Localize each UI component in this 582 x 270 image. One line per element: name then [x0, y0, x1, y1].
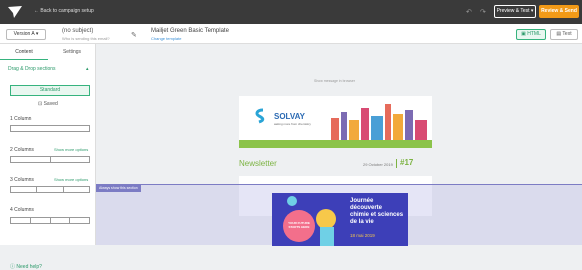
event-title: Journée découverte chimie et sciences de… — [350, 198, 403, 226]
collapse-caret-icon[interactable]: ▴ — [86, 66, 89, 72]
html-toggle-button[interactable]: ▣ HTML — [516, 29, 546, 40]
three-columns-more-options[interactable]: Show more options — [54, 177, 88, 182]
always-show-section[interactable]: Always show this section YOUR FUTURE STA… — [96, 184, 582, 246]
section-heading[interactable]: Drag & Drop sections — [8, 66, 56, 72]
two-columns-label: 2 Columns — [10, 147, 34, 153]
issue-number: #17 — [400, 158, 414, 167]
saved-label: Saved — [43, 101, 58, 107]
event-title-line-2: découverte — [350, 205, 383, 211]
one-column-label: 1 Column — [10, 116, 32, 122]
saved-button[interactable]: ⊡ Saved — [38, 101, 58, 107]
four-columns-block[interactable] — [10, 217, 90, 224]
header-banner[interactable]: SOLVAY asking more from chemistry — [239, 96, 432, 148]
tab-content[interactable]: Content — [0, 44, 48, 60]
separator — [396, 159, 397, 168]
template-name: Mailjet Green Basic Template — [151, 28, 229, 34]
tab-settings[interactable]: Settings — [48, 44, 96, 60]
event-tagline: YOUR FUTURE STARTS HERE — [288, 221, 310, 229]
always-show-label: Always show this section — [96, 185, 141, 192]
event-title-line-4: de la vie — [350, 219, 374, 225]
email-canvas: Show message in browser SOLVAY asking mo… — [96, 44, 582, 246]
brand-name: SOLVAY — [274, 112, 305, 121]
preview-test-button[interactable]: Preview & Test ▾ — [494, 5, 536, 18]
two-columns-more-options[interactable]: Show more options — [54, 147, 88, 152]
back-to-campaign-link[interactable]: ← Back to campaign setup — [34, 8, 94, 14]
newsletter-date: 29 October 2019 — [363, 162, 393, 167]
html-label: HTML — [527, 31, 541, 37]
two-columns-block[interactable] — [10, 156, 90, 163]
review-send-button[interactable]: Review & Send — [539, 5, 579, 18]
need-help-link[interactable]: ⓘ Need help? — [10, 263, 42, 270]
solvay-logo-icon — [255, 108, 265, 124]
mailjet-logo-icon[interactable] — [8, 6, 22, 18]
version-select[interactable]: Version A ▾ — [6, 29, 46, 40]
header-green-bar — [239, 140, 432, 148]
event-banner[interactable]: YOUR FUTURE STARTS HERE Journée découver… — [272, 193, 408, 246]
newsletter-title: Newsletter — [239, 159, 277, 168]
back-label: Back to campaign setup — [40, 8, 94, 14]
editor-header: Version A ▾ (no subject) Who is sending … — [0, 24, 582, 44]
three-columns-block[interactable] — [10, 186, 90, 193]
four-columns-label: 4 Columns — [10, 207, 34, 213]
redo-icon[interactable]: ↷ — [480, 8, 486, 16]
event-date: 18 mai 2019 — [350, 233, 375, 238]
subject-hint: Who is sending this email? — [62, 36, 110, 41]
three-columns-label: 3 Columns — [10, 177, 34, 183]
change-template-link[interactable]: Change template — [151, 36, 181, 41]
text-toggle-button[interactable]: ▤ Text — [550, 29, 578, 40]
sidebar: Content Settings Drag & Drop sections ▴ … — [0, 44, 96, 270]
edit-pencil-icon[interactable]: ✎ — [131, 31, 137, 39]
undo-icon[interactable]: ↶ — [466, 8, 472, 16]
one-column-block[interactable] — [10, 125, 90, 132]
standard-button[interactable]: Standard — [10, 85, 90, 96]
browser-message-link[interactable]: Show message in browser — [314, 79, 355, 83]
need-help-label: Need help? — [16, 264, 42, 270]
event-title-line-1: Journée — [350, 198, 374, 204]
subject-text[interactable]: (no subject) — [62, 28, 93, 34]
newsletter-row[interactable]: Newsletter 29 October 2019 #17 — [235, 157, 432, 171]
text-label: Text — [562, 31, 572, 37]
city-skyline-illustration — [331, 104, 427, 140]
event-title-line-3: chimie et sciences — [350, 212, 404, 218]
brand-tagline: asking more from chemistry — [274, 122, 311, 126]
top-bar: ← Back to campaign setup ↶ ↷ Preview & T… — [0, 0, 582, 24]
